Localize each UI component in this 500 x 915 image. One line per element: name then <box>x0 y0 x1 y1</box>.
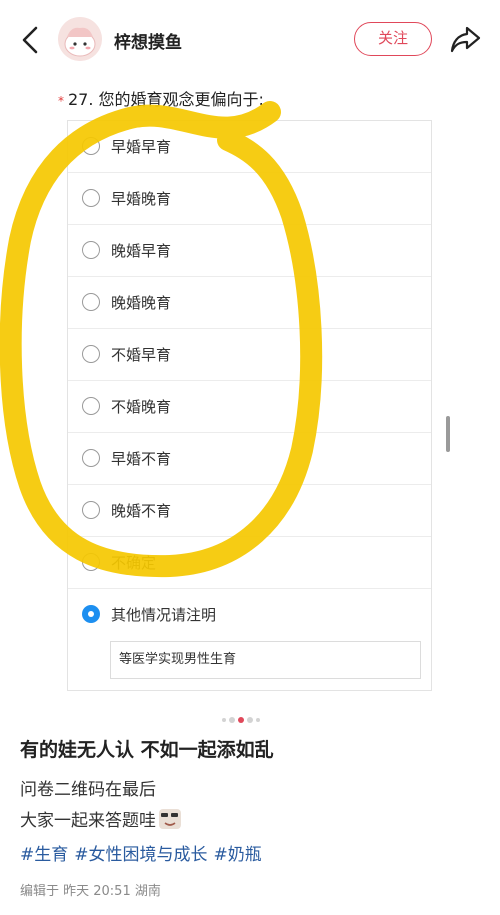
radio-button[interactable] <box>82 449 100 467</box>
avatar-image-icon <box>58 17 102 61</box>
option-label: 不婚早育 <box>111 346 172 364</box>
carousel-dot <box>222 717 226 722</box>
username[interactable]: 梓想摸鱼 <box>114 28 182 53</box>
option-row[interactable]: 不婚晚育 <box>68 381 431 433</box>
radio-button[interactable] <box>82 189 100 207</box>
radio-button[interactable] <box>82 397 100 415</box>
option-label: 早婚早育 <box>111 138 172 156</box>
post-body-line: 问卷二维码在最后 <box>20 780 156 800</box>
sticker-emoji-icon <box>159 809 181 829</box>
post-body-text: 大家一起来答题哇 <box>20 811 156 831</box>
option-row[interactable]: 晚婚早育 <box>68 225 431 277</box>
back-arrow-icon[interactable] <box>16 22 46 58</box>
follow-button[interactable]: 关注 <box>354 22 432 56</box>
carousel-dot <box>256 717 260 722</box>
radio-button[interactable] <box>82 137 100 155</box>
hashtag-list: #生育 #女性困境与成长 #奶瓶 <box>20 840 268 865</box>
question-text: 27. 您的婚育观念更偏向于: <box>68 90 264 109</box>
option-label: 晚婚早育 <box>111 242 172 260</box>
option-label: 晚婚晚育 <box>111 294 172 312</box>
top-bar: 梓想摸鱼 关注 <box>0 0 500 80</box>
radio-button[interactable] <box>82 345 100 363</box>
required-mark: * <box>58 94 64 108</box>
radio-button[interactable] <box>82 241 100 259</box>
option-label: 早婚不育 <box>111 450 172 468</box>
share-icon[interactable] <box>449 24 481 54</box>
options-list: 早婚早育 早婚晚育 晚婚早育 晚婚晚育 不婚早育 不婚晚育 早婚不育 晚婚不育 … <box>67 120 432 691</box>
post-title: 有的娃无人认 不如一起添如乱 <box>20 739 274 761</box>
radio-button[interactable] <box>82 553 100 571</box>
radio-button[interactable] <box>82 501 100 519</box>
option-row[interactable]: 晚婚晚育 <box>68 277 431 329</box>
edit-meta: 编辑于 昨天 20:51 湖南 <box>20 884 161 899</box>
other-text-input[interactable]: 等医学实现男性生育 <box>110 641 421 679</box>
option-label: 不确定 <box>111 554 157 572</box>
post-body-line-with-emoji: 大家一起来答题哇 <box>20 806 182 831</box>
scrollbar-thumb[interactable] <box>446 416 450 452</box>
option-row[interactable]: 不婚早育 <box>68 329 431 381</box>
carousel-dot <box>247 716 253 723</box>
option-row[interactable]: 早婚晚育 <box>68 173 431 225</box>
radio-button[interactable] <box>82 293 100 311</box>
hashtag-link[interactable]: #奶瓶 <box>214 845 262 865</box>
option-row[interactable]: 不确定 <box>68 537 431 589</box>
carousel-indicator <box>222 709 263 723</box>
avatar[interactable] <box>58 17 102 61</box>
hashtag-link[interactable]: #生育 <box>20 845 68 865</box>
carousel-dot-active <box>238 716 244 723</box>
option-row[interactable]: 晚婚不育 <box>68 485 431 537</box>
radio-button-selected[interactable] <box>82 605 100 623</box>
hashtag-link[interactable]: #女性困境与成长 <box>74 845 207 865</box>
option-label: 早婚晚育 <box>111 190 172 208</box>
option-label: 不婚晚育 <box>111 398 172 416</box>
option-label: 其他情况请注明 <box>111 606 217 624</box>
option-label: 晚婚不育 <box>111 502 172 520</box>
option-row[interactable]: 早婚不育 <box>68 433 431 485</box>
option-row[interactable]: 早婚早育 <box>68 121 431 173</box>
option-row-other[interactable]: 其他情况请注明 <box>68 589 431 641</box>
carousel-dot <box>229 716 235 723</box>
question-title: * 27. 您的婚育观念更偏向于: <box>58 86 264 110</box>
